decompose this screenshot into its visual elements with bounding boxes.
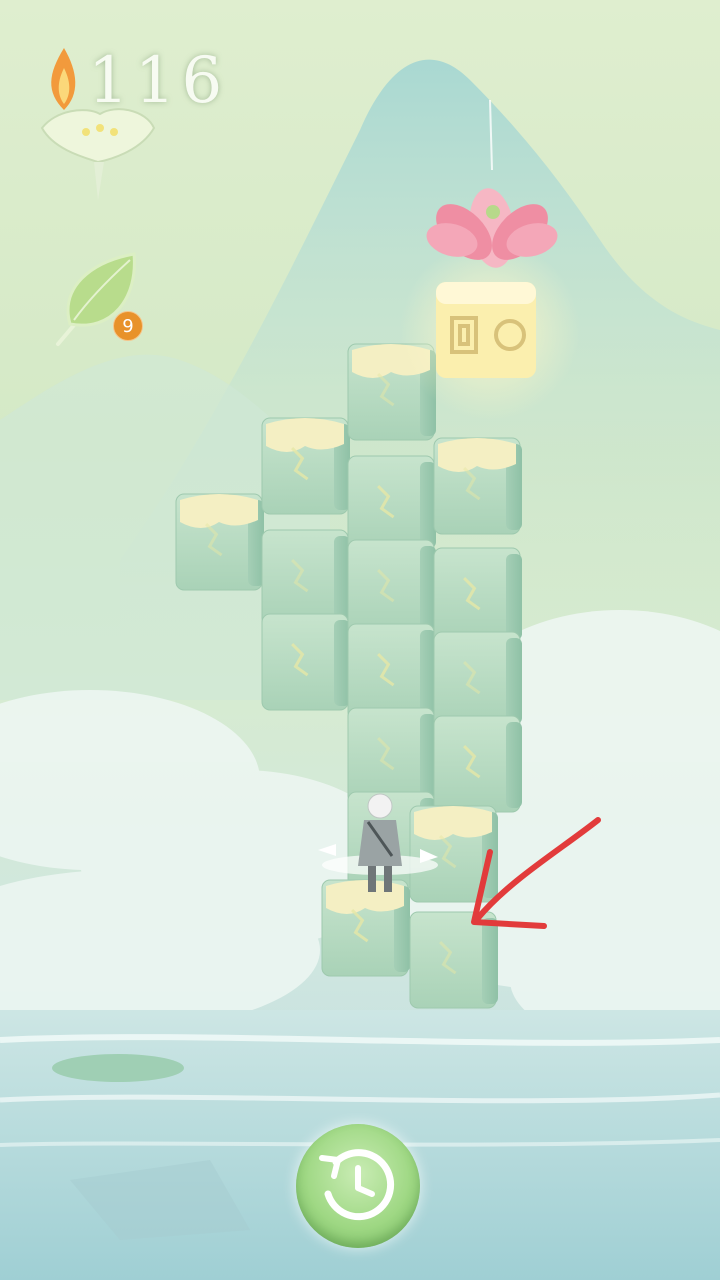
stone-block[interactable]: [347, 623, 436, 721]
stone-block[interactable]: [261, 613, 350, 711]
stone-block[interactable]: [347, 707, 436, 805]
stone-block[interactable]: [347, 455, 436, 553]
flame-count: 116: [88, 44, 229, 118]
stone-block[interactable]: [433, 631, 522, 729]
rewind-button[interactable]: [296, 1124, 420, 1248]
stone-block[interactable]: [409, 911, 498, 1009]
stone-block[interactable]: [433, 547, 522, 645]
stone-block[interactable]: [347, 539, 436, 637]
stone-block[interactable]: [261, 417, 350, 515]
stone-block[interactable]: [433, 437, 522, 535]
stone-block[interactable]: [433, 715, 522, 813]
stone-block[interactable]: [175, 493, 264, 591]
rewind-clock-icon: [319, 1149, 395, 1221]
leaf-counter[interactable]: 9: [50, 248, 150, 348]
stone-block[interactable]: [261, 529, 350, 627]
leaf-count-badge: 9: [113, 311, 143, 341]
lily-pad: [52, 1054, 184, 1082]
stone-block[interactable]: [321, 879, 410, 977]
goal-block[interactable]: [400, 240, 580, 420]
